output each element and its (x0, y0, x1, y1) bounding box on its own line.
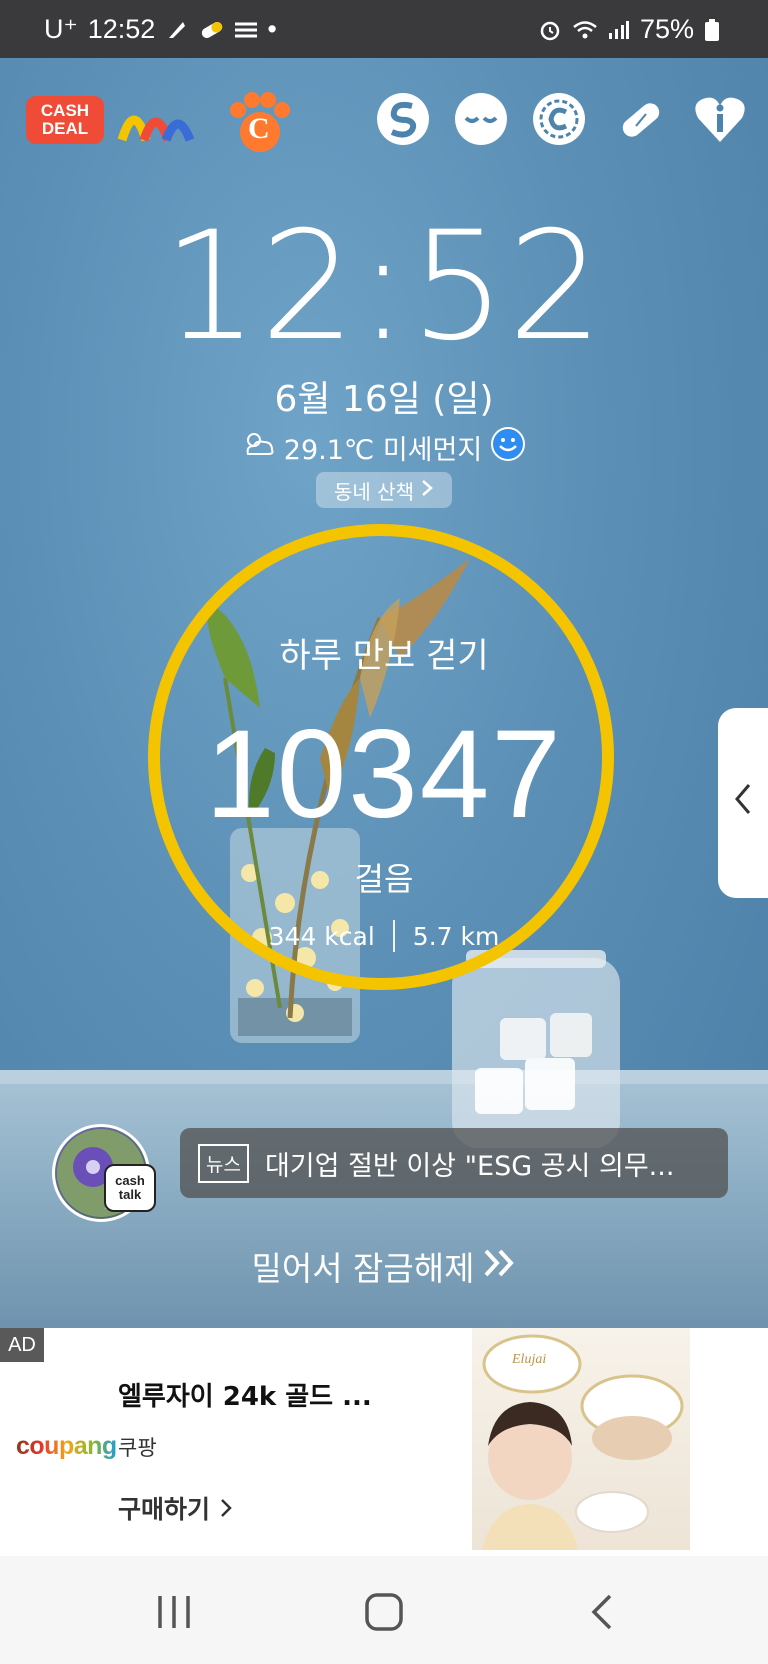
smiley-air-quality-icon (490, 426, 526, 469)
cushion-product-illustration (482, 1334, 684, 1550)
ad-label: AD (0, 1328, 44, 1362)
coin-c-app-icon[interactable] (532, 92, 592, 152)
news-headline: 대기업 절반 이상 "ESG 공시 의무... (264, 1150, 675, 1182)
heart-info-app-icon[interactable] (692, 92, 752, 152)
cash-talk-badge-line1: cash (115, 1173, 145, 1188)
neighborhood-walk-button[interactable]: 동네 산책 (316, 472, 452, 508)
feather-notification-icon (165, 18, 189, 42)
walk-chip-label: 동네 산책 (334, 479, 414, 504)
ad-product-image[interactable]: Elujai (472, 1328, 690, 1550)
ad-buy-label: 구매하기 (118, 1495, 211, 1524)
swipe-to-unlock[interactable]: 밀어서 잠금해제 (0, 1242, 768, 1290)
chevron-right-icon (219, 1495, 233, 1524)
chevron-right-icon (420, 478, 434, 502)
cash-talk-badge-line2: talk (118, 1187, 142, 1202)
calories-value: 344 kcal (268, 921, 375, 951)
coupang-logo: coupang (16, 1432, 117, 1461)
news-ticker[interactable]: 뉴스 대기업 절반 이상 "ESG 공시 의무... (180, 1128, 728, 1198)
ad-buy-link[interactable]: 구매하기 (118, 1490, 233, 1526)
s-logo-app-icon[interactable] (376, 92, 436, 152)
distance-value: 5.7 km (412, 921, 500, 951)
recent-apps-button[interactable] (144, 1584, 204, 1640)
wifi-icon (572, 18, 597, 42)
alarm-icon (538, 18, 562, 42)
lines-notification-icon (233, 18, 258, 42)
rainbow-wave-app-icon[interactable] (117, 92, 195, 152)
coupang-logo-text: coupang (16, 1432, 117, 1460)
battery-icon (704, 18, 728, 42)
ad-banner[interactable]: AD coupang 엘루자이 24k 골드 ... 쿠팡 구매하기 Eluja… (0, 1328, 768, 1556)
back-icon (591, 1594, 612, 1630)
recent-apps-icon (158, 1596, 190, 1628)
pill-notification-icon (199, 18, 223, 42)
cash-deal-app-icon[interactable]: CASH DEAL (26, 96, 104, 144)
paw-app-icon[interactable]: C (226, 92, 290, 152)
stats-divider (392, 920, 395, 952)
pill-app-icon[interactable] (614, 92, 674, 152)
back-button[interactable] (574, 1584, 634, 1640)
battery-percent: 75% (639, 14, 694, 44)
side-panel-handle[interactable] (718, 708, 768, 898)
status-dot: • (267, 14, 277, 44)
lockscreen-date: 6월 16일 (일) (274, 379, 494, 420)
navigation-bar (0, 1556, 768, 1664)
sleep-face-app-icon[interactable] (454, 92, 514, 152)
status-bar: U⁺ 12:52 • 75% (0, 0, 768, 58)
step-stats: 344 kcal 5.7 km (0, 920, 768, 952)
status-time: 12:52 (87, 14, 156, 44)
carrier-label: U⁺ (44, 14, 78, 44)
ad-product-title[interactable]: 엘루자이 24k 골드 ... (118, 1376, 372, 1413)
chevron-left-icon (733, 780, 753, 826)
partly-cloudy-icon (242, 430, 276, 465)
step-count: 10347 (205, 705, 563, 844)
unlock-label: 밀어서 잠금해제 (251, 1249, 475, 1288)
home-icon (365, 1593, 403, 1631)
ad-seller: 쿠팡 (118, 1436, 157, 1460)
weather-row: 29.1℃ 미세먼지 (0, 426, 768, 469)
lockscreen-wallpaper: CASH DEAL C 12:52 6월 16일 (일) 29.1℃ 미세먼지 (0, 58, 768, 1328)
ad-product-brand: Elujai (512, 1352, 547, 1367)
cash-deal-label-line1: CASH (40, 101, 90, 120)
weather-text: 29.1℃ 미세먼지 (283, 435, 483, 466)
step-unit: 걸음 (354, 860, 414, 898)
signal-icon (606, 18, 630, 42)
cash-talk-badge[interactable]: cash talk (104, 1164, 156, 1212)
home-button[interactable] (354, 1584, 414, 1640)
lockscreen-clock: 12:52 (162, 200, 606, 374)
cash-deal-label-line2: DEAL (41, 119, 89, 138)
double-chevron-right-icon (483, 1247, 517, 1286)
step-widget-title: 하루 만보 걷기 (279, 636, 489, 676)
paw-app-letter: C (248, 112, 270, 145)
news-tag: 뉴스 (198, 1143, 249, 1183)
